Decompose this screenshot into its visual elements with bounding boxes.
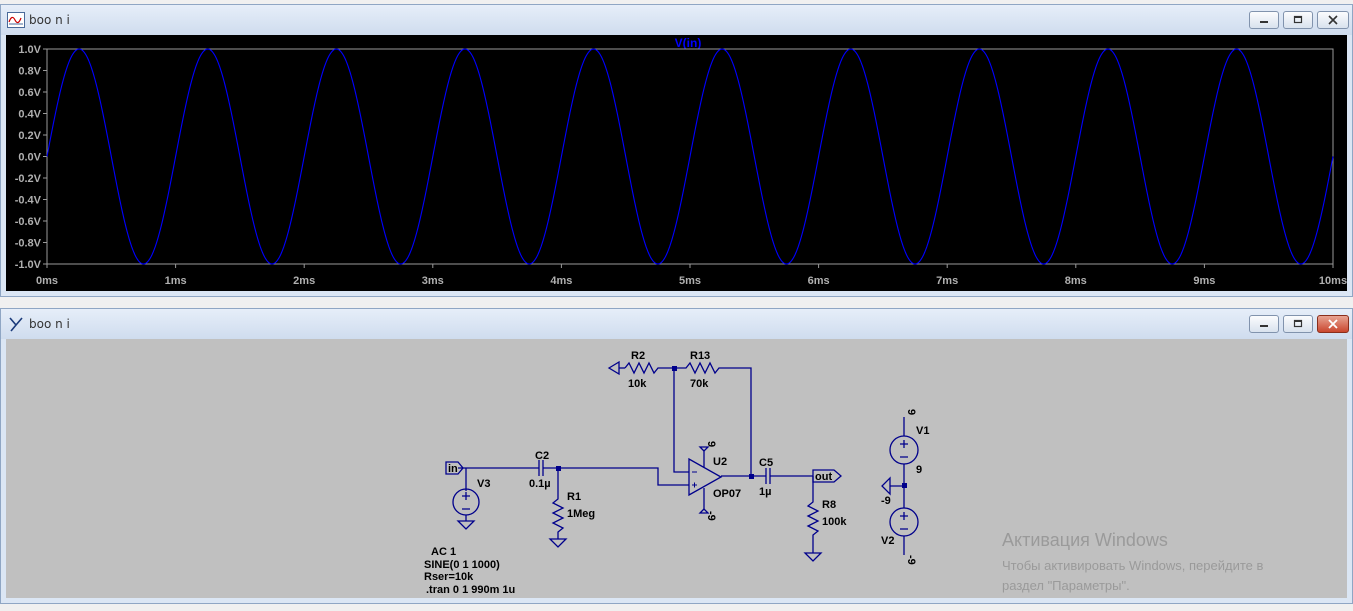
- v3-voltage-source[interactable]: [452, 488, 480, 521]
- directive-sine[interactable]: SINE(0 1 1000): [424, 559, 500, 571]
- x-tick-label: 9ms: [1193, 275, 1215, 287]
- v2-voltage-source[interactable]: [889, 507, 919, 537]
- y-tick-label: -0.4V: [15, 195, 42, 207]
- y-tick-label: 1.0V: [18, 44, 41, 56]
- x-tick-label: 8ms: [1065, 275, 1087, 287]
- close-icon: [1328, 319, 1338, 329]
- plot-axes: 1.0V 0.8V 0.6V 0.4V 0.2V 0.0V -0.2V -0.4V -0.6V -…: [15, 44, 1347, 287]
- supply-ground-symbol[interactable]: [881, 476, 904, 496]
- schematic-titlebar[interactable]: boo n i: [1, 309, 1352, 339]
- r8-name-label[interactable]: R8: [822, 499, 836, 511]
- r2-resistor[interactable]: [624, 361, 674, 375]
- trace-v-in: [46, 48, 1334, 265]
- u2-name-label[interactable]: U2: [713, 456, 727, 468]
- schematic-window-title: boo n i: [29, 317, 70, 331]
- directive-tran[interactable]: .tran 0 1 990m 1u: [426, 584, 515, 596]
- waveform-close-button[interactable]: [1317, 11, 1349, 29]
- c5-value-label[interactable]: 1µ: [759, 486, 771, 498]
- schematic-minimize-button[interactable]: [1249, 315, 1279, 333]
- y-tick-label: -0.2V: [15, 173, 42, 185]
- waveform-minimize-button[interactable]: [1249, 11, 1279, 29]
- v1-voltage-source[interactable]: [889, 435, 919, 465]
- r8-value-label[interactable]: 100k: [822, 516, 847, 528]
- minimize-icon: [1260, 325, 1268, 327]
- r13-value-label[interactable]: 70k: [690, 378, 709, 390]
- v2-name-label[interactable]: V2: [881, 535, 894, 547]
- schematic-close-button[interactable]: [1317, 315, 1349, 333]
- junction-dots: [556, 366, 907, 488]
- y-tick-label: 0.4V: [18, 109, 41, 121]
- directive-ac[interactable]: AC 1: [431, 546, 456, 558]
- waveform-app-icon: [7, 12, 25, 28]
- trace-label[interactable]: V(in): [675, 36, 702, 50]
- minimize-icon: [1260, 21, 1268, 23]
- in-net-label[interactable]: in: [448, 463, 458, 475]
- schematic-maximize-button[interactable]: [1283, 315, 1313, 333]
- y-tick-label: 0.8V: [18, 66, 41, 78]
- activation-watermark-line2: раздел "Параметры".: [1002, 578, 1130, 593]
- r1-resistor[interactable]: [551, 468, 565, 539]
- close-icon: [1328, 15, 1338, 25]
- v1-rail-label: 9: [905, 409, 917, 415]
- v2-rail-label: -9: [905, 555, 917, 565]
- c2-value-label[interactable]: 0.1µ: [529, 478, 551, 490]
- r8-ground-symbol[interactable]: [803, 552, 823, 562]
- u2-neg-rail-label: -9: [705, 511, 717, 521]
- x-tick-label: 7ms: [936, 275, 958, 287]
- waveform-window: boo n i V(in) 1.0V 0.8V 0.6V 0.4V 0.2V 0.0V -0…: [0, 4, 1353, 297]
- out-net-label[interactable]: out: [815, 471, 832, 483]
- restore-icon: [1293, 15, 1303, 24]
- r13-name-label[interactable]: R13: [690, 350, 710, 362]
- directive-rser[interactable]: Rser=10k: [424, 571, 474, 583]
- r2-name-label[interactable]: R2: [631, 350, 645, 362]
- r8-resistor[interactable]: [806, 476, 820, 553]
- x-tick-label: 10ms: [1319, 275, 1347, 287]
- input-wire: [458, 467, 534, 491]
- v2-value-label[interactable]: -9: [881, 495, 891, 507]
- v1-name-label[interactable]: V1: [916, 425, 929, 437]
- feedback-wire: [673, 368, 689, 473]
- r2-ground-symbol[interactable]: [607, 360, 625, 376]
- waveform-plot: V(in) 1.0V 0.8V 0.6V 0.4V 0.2V 0.0V -0.2V -0.4V…: [15, 36, 1347, 287]
- waveform-maximize-button[interactable]: [1283, 11, 1313, 29]
- r1-value-label[interactable]: 1Meg: [567, 508, 595, 520]
- waveform-titlebar[interactable]: boo n i: [1, 5, 1352, 35]
- x-tick-label: 6ms: [808, 275, 830, 287]
- r2-value-label[interactable]: 10k: [628, 378, 647, 390]
- r1-name-label[interactable]: R1: [567, 491, 581, 503]
- waveform-plot-area[interactable]: V(in) 1.0V 0.8V 0.6V 0.4V 0.2V 0.0V -0.2V -0.4V…: [6, 35, 1347, 291]
- c2-capacitor[interactable]: [534, 460, 689, 486]
- r1-ground-symbol[interactable]: [548, 538, 568, 548]
- y-tick-label: -0.8V: [15, 238, 42, 250]
- x-tick-label: 4ms: [550, 275, 572, 287]
- y-tick-label: -1.0V: [15, 259, 42, 271]
- waveform-window-title: boo n i: [29, 13, 70, 27]
- x-tick-label: 5ms: [679, 275, 701, 287]
- activation-watermark-title: Активация Windows: [1002, 530, 1168, 550]
- v3-ground-symbol[interactable]: [456, 520, 476, 530]
- y-tick-label: 0.6V: [18, 87, 41, 99]
- y-tick-label: -0.6V: [15, 216, 42, 228]
- c5-capacitor[interactable]: [763, 468, 813, 484]
- x-tick-label: 3ms: [422, 275, 444, 287]
- x-tick-label: 0ms: [36, 275, 58, 287]
- activation-watermark-line1: Чтобы активировать Windows, перейдите в: [1002, 558, 1264, 573]
- u2-value-label[interactable]: OP07: [713, 488, 741, 500]
- x-tick-label: 2ms: [293, 275, 315, 287]
- v3-name-label[interactable]: V3: [477, 478, 490, 490]
- x-tick-label: 1ms: [165, 275, 187, 287]
- y-tick-label: 0.2V: [18, 130, 41, 142]
- c2-name-label[interactable]: C2: [535, 450, 549, 462]
- schematic-app-icon: [9, 317, 23, 332]
- y-tick-label: 0.0V: [18, 152, 41, 164]
- restore-icon: [1293, 319, 1303, 328]
- c5-name-label[interactable]: C5: [759, 457, 773, 469]
- activation-watermark-text: Чтобы активировать Windows, перейдите в …: [1002, 556, 1263, 596]
- u2-pos-rail-label: 9: [705, 441, 717, 447]
- v1-value-label[interactable]: 9: [916, 464, 922, 476]
